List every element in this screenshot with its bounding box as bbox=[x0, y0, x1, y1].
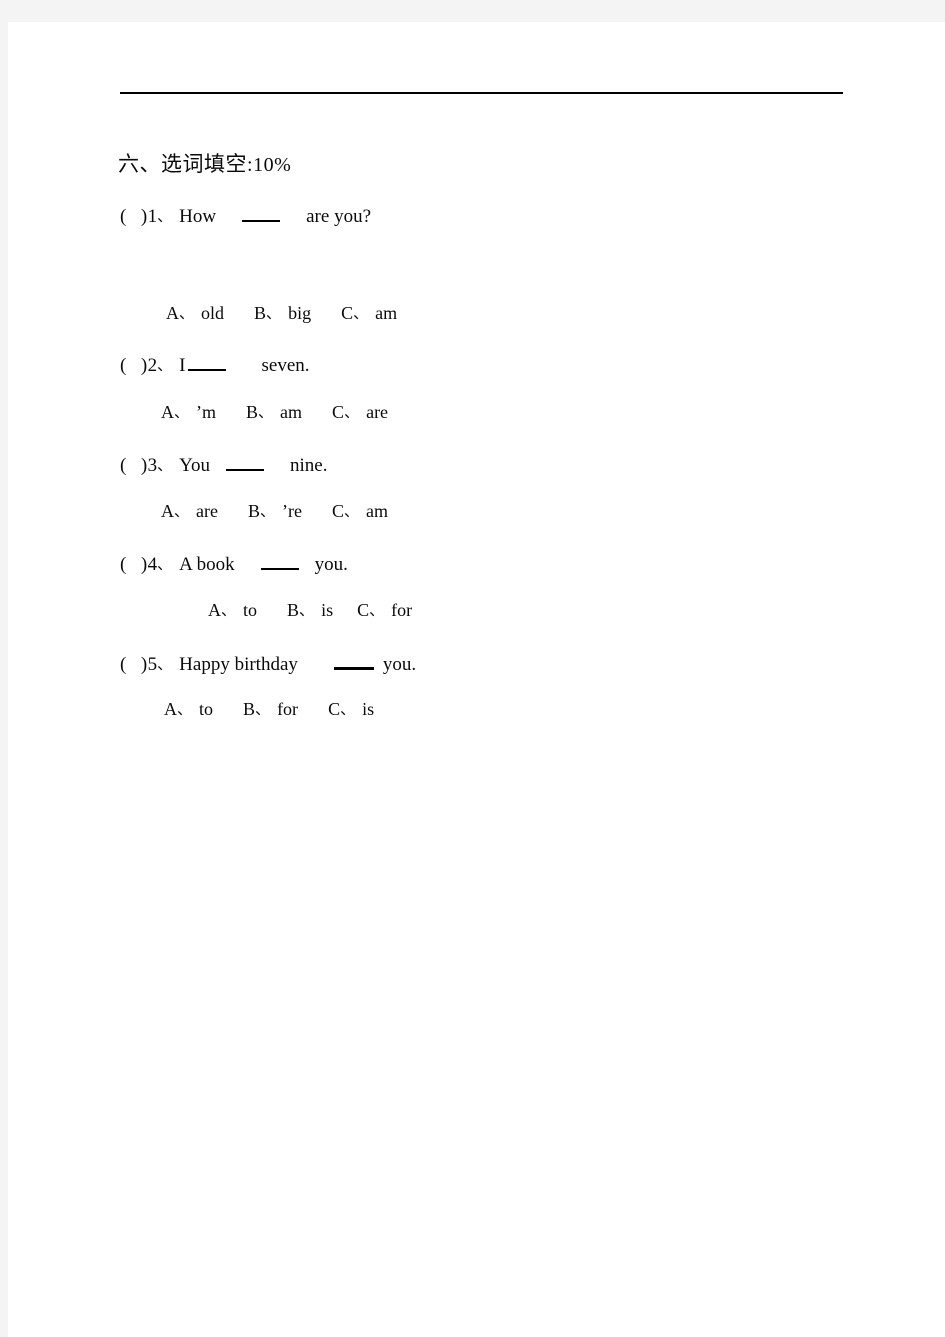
question-text-after-2: seven. bbox=[261, 355, 310, 377]
option-value-4b[interactable]: is bbox=[321, 600, 333, 620]
option-tick-3a: 、 bbox=[174, 502, 190, 520]
question-text-before-1: How bbox=[179, 206, 217, 228]
option-letter-5b: B bbox=[243, 699, 256, 719]
section-score: 10% bbox=[253, 154, 292, 176]
question-tick-5: 、 bbox=[157, 655, 173, 674]
question-text-before-4: A book bbox=[179, 554, 235, 576]
option-letter-2c: C bbox=[332, 402, 345, 422]
option-tick-2b: 、 bbox=[258, 403, 274, 421]
option-value-1a[interactable]: old bbox=[201, 303, 224, 323]
option-value-3b[interactable]: ’re bbox=[282, 501, 302, 521]
question-blank-3[interactable] bbox=[226, 453, 264, 472]
option-value-1c[interactable]: am bbox=[375, 303, 397, 323]
option-value-2b[interactable]: am bbox=[280, 402, 302, 422]
question-line-5: ()5、 Happy birthday you. bbox=[120, 651, 416, 676]
question-text-before-3: You bbox=[179, 455, 210, 477]
page-top-margin-band bbox=[0, 0, 945, 22]
option-letter-5c: C bbox=[328, 699, 341, 719]
question-text-before-2: I bbox=[179, 355, 186, 377]
option-value-5c[interactable]: is bbox=[362, 699, 374, 719]
question-tick-3: 、 bbox=[157, 456, 173, 475]
answer-bracket-close-5: ) bbox=[140, 654, 148, 676]
option-tick-3c: 、 bbox=[344, 502, 360, 520]
question-number-3: 3 bbox=[147, 455, 158, 477]
header-divider-rule bbox=[120, 92, 843, 94]
document-page: { "page": { "background_color": "#ffffff… bbox=[0, 0, 945, 1337]
question-number-4: 4 bbox=[147, 554, 158, 576]
answer-bracket-close-4: ) bbox=[140, 554, 148, 576]
answer-bracket-open-1: ( bbox=[120, 206, 127, 228]
question-number-5: 5 bbox=[147, 654, 158, 676]
option-value-4a[interactable]: to bbox=[243, 600, 257, 620]
section-number: 六、 bbox=[118, 152, 161, 176]
option-letter-3a: A bbox=[161, 501, 174, 521]
option-tick-1a: 、 bbox=[179, 304, 195, 322]
question-blank-4[interactable] bbox=[260, 552, 299, 571]
option-tick-5b: 、 bbox=[255, 700, 271, 718]
option-tick-2a: 、 bbox=[174, 403, 190, 421]
option-letter-2b: B bbox=[246, 402, 259, 422]
question-text-after-1: are you? bbox=[306, 206, 372, 228]
section-heading: 六、选词填空:10% bbox=[118, 148, 291, 178]
answer-bracket-open-3: ( bbox=[120, 455, 127, 477]
option-value-3c[interactable]: am bbox=[366, 501, 388, 521]
option-letter-4c: C bbox=[357, 600, 370, 620]
question-text-after-3: nine. bbox=[290, 455, 328, 477]
option-value-5b[interactable]: for bbox=[277, 699, 298, 719]
option-tick-3b: 、 bbox=[260, 502, 276, 520]
option-value-2c[interactable]: are bbox=[366, 402, 388, 422]
option-tick-4a: 、 bbox=[221, 601, 237, 619]
question-number-2: 2 bbox=[147, 355, 158, 377]
question-number-1: 1 bbox=[147, 206, 158, 228]
option-tick-5a: 、 bbox=[177, 700, 193, 718]
question-tick-2: 、 bbox=[157, 356, 173, 375]
option-tick-1b: 、 bbox=[266, 304, 282, 322]
document-sheet: 六、选词填空:10% ()1、 How are you? A、 old B、 big C、 a… bbox=[8, 22, 945, 1337]
options-row-1: A、 old B、 big C、 am bbox=[166, 303, 397, 324]
option-letter-1a: A bbox=[166, 303, 179, 323]
option-letter-3b: B bbox=[248, 501, 261, 521]
option-tick-1c: 、 bbox=[353, 304, 369, 322]
question-line-4: ()4、 A book you. bbox=[120, 552, 348, 576]
option-value-4c[interactable]: for bbox=[391, 600, 412, 620]
option-letter-4b: B bbox=[287, 600, 300, 620]
answer-bracket-open-5: ( bbox=[120, 654, 127, 676]
option-letter-1c: C bbox=[341, 303, 354, 323]
answer-bracket-open-4: ( bbox=[120, 554, 127, 576]
option-tick-4c: 、 bbox=[369, 601, 385, 619]
page-left-margin-strip bbox=[0, 22, 8, 1337]
option-letter-1b: B bbox=[254, 303, 267, 323]
option-value-3a[interactable]: are bbox=[196, 501, 218, 521]
option-value-2a[interactable]: ’m bbox=[196, 402, 216, 422]
option-letter-4a: A bbox=[208, 600, 221, 620]
question-text-after-5: you. bbox=[382, 654, 417, 676]
question-tick-4: 、 bbox=[157, 555, 173, 574]
question-text-before-5: Happy birthday bbox=[179, 654, 298, 676]
options-row-3: A、 are B、’re C、 am bbox=[161, 501, 388, 522]
answer-bracket-close-2: ) bbox=[140, 355, 148, 377]
question-tick-1: 、 bbox=[157, 207, 173, 226]
answer-bracket-close-1: ) bbox=[140, 206, 148, 228]
option-value-5a[interactable]: to bbox=[199, 699, 213, 719]
options-row-4: A、 to B、 is C、 for bbox=[208, 600, 412, 621]
question-line-2: ()2、 Iseven. bbox=[120, 353, 310, 377]
option-letter-2a: A bbox=[161, 402, 174, 422]
option-tick-4b: 、 bbox=[299, 601, 315, 619]
options-row-5: A、 to B、 for C、 is bbox=[164, 699, 374, 720]
section-title-text: 选词填空 bbox=[161, 152, 247, 176]
question-line-1: ()1、 How are you? bbox=[120, 204, 371, 228]
option-letter-5a: A bbox=[164, 699, 177, 719]
answer-bracket-open-2: ( bbox=[120, 355, 127, 377]
option-value-1b[interactable]: big bbox=[288, 303, 311, 323]
option-tick-2c: 、 bbox=[344, 403, 360, 421]
question-blank-1[interactable] bbox=[242, 204, 281, 223]
option-letter-3c: C bbox=[332, 501, 345, 521]
answer-bracket-close-3: ) bbox=[140, 455, 148, 477]
option-tick-5c: 、 bbox=[340, 700, 356, 718]
question-blank-5[interactable] bbox=[333, 651, 374, 671]
question-text-after-4: you. bbox=[314, 554, 348, 576]
question-blank-2[interactable] bbox=[187, 353, 226, 372]
question-line-3: ()3、 You nine. bbox=[120, 453, 327, 477]
options-row-2: A、’m B、 am C、 are bbox=[161, 402, 388, 423]
